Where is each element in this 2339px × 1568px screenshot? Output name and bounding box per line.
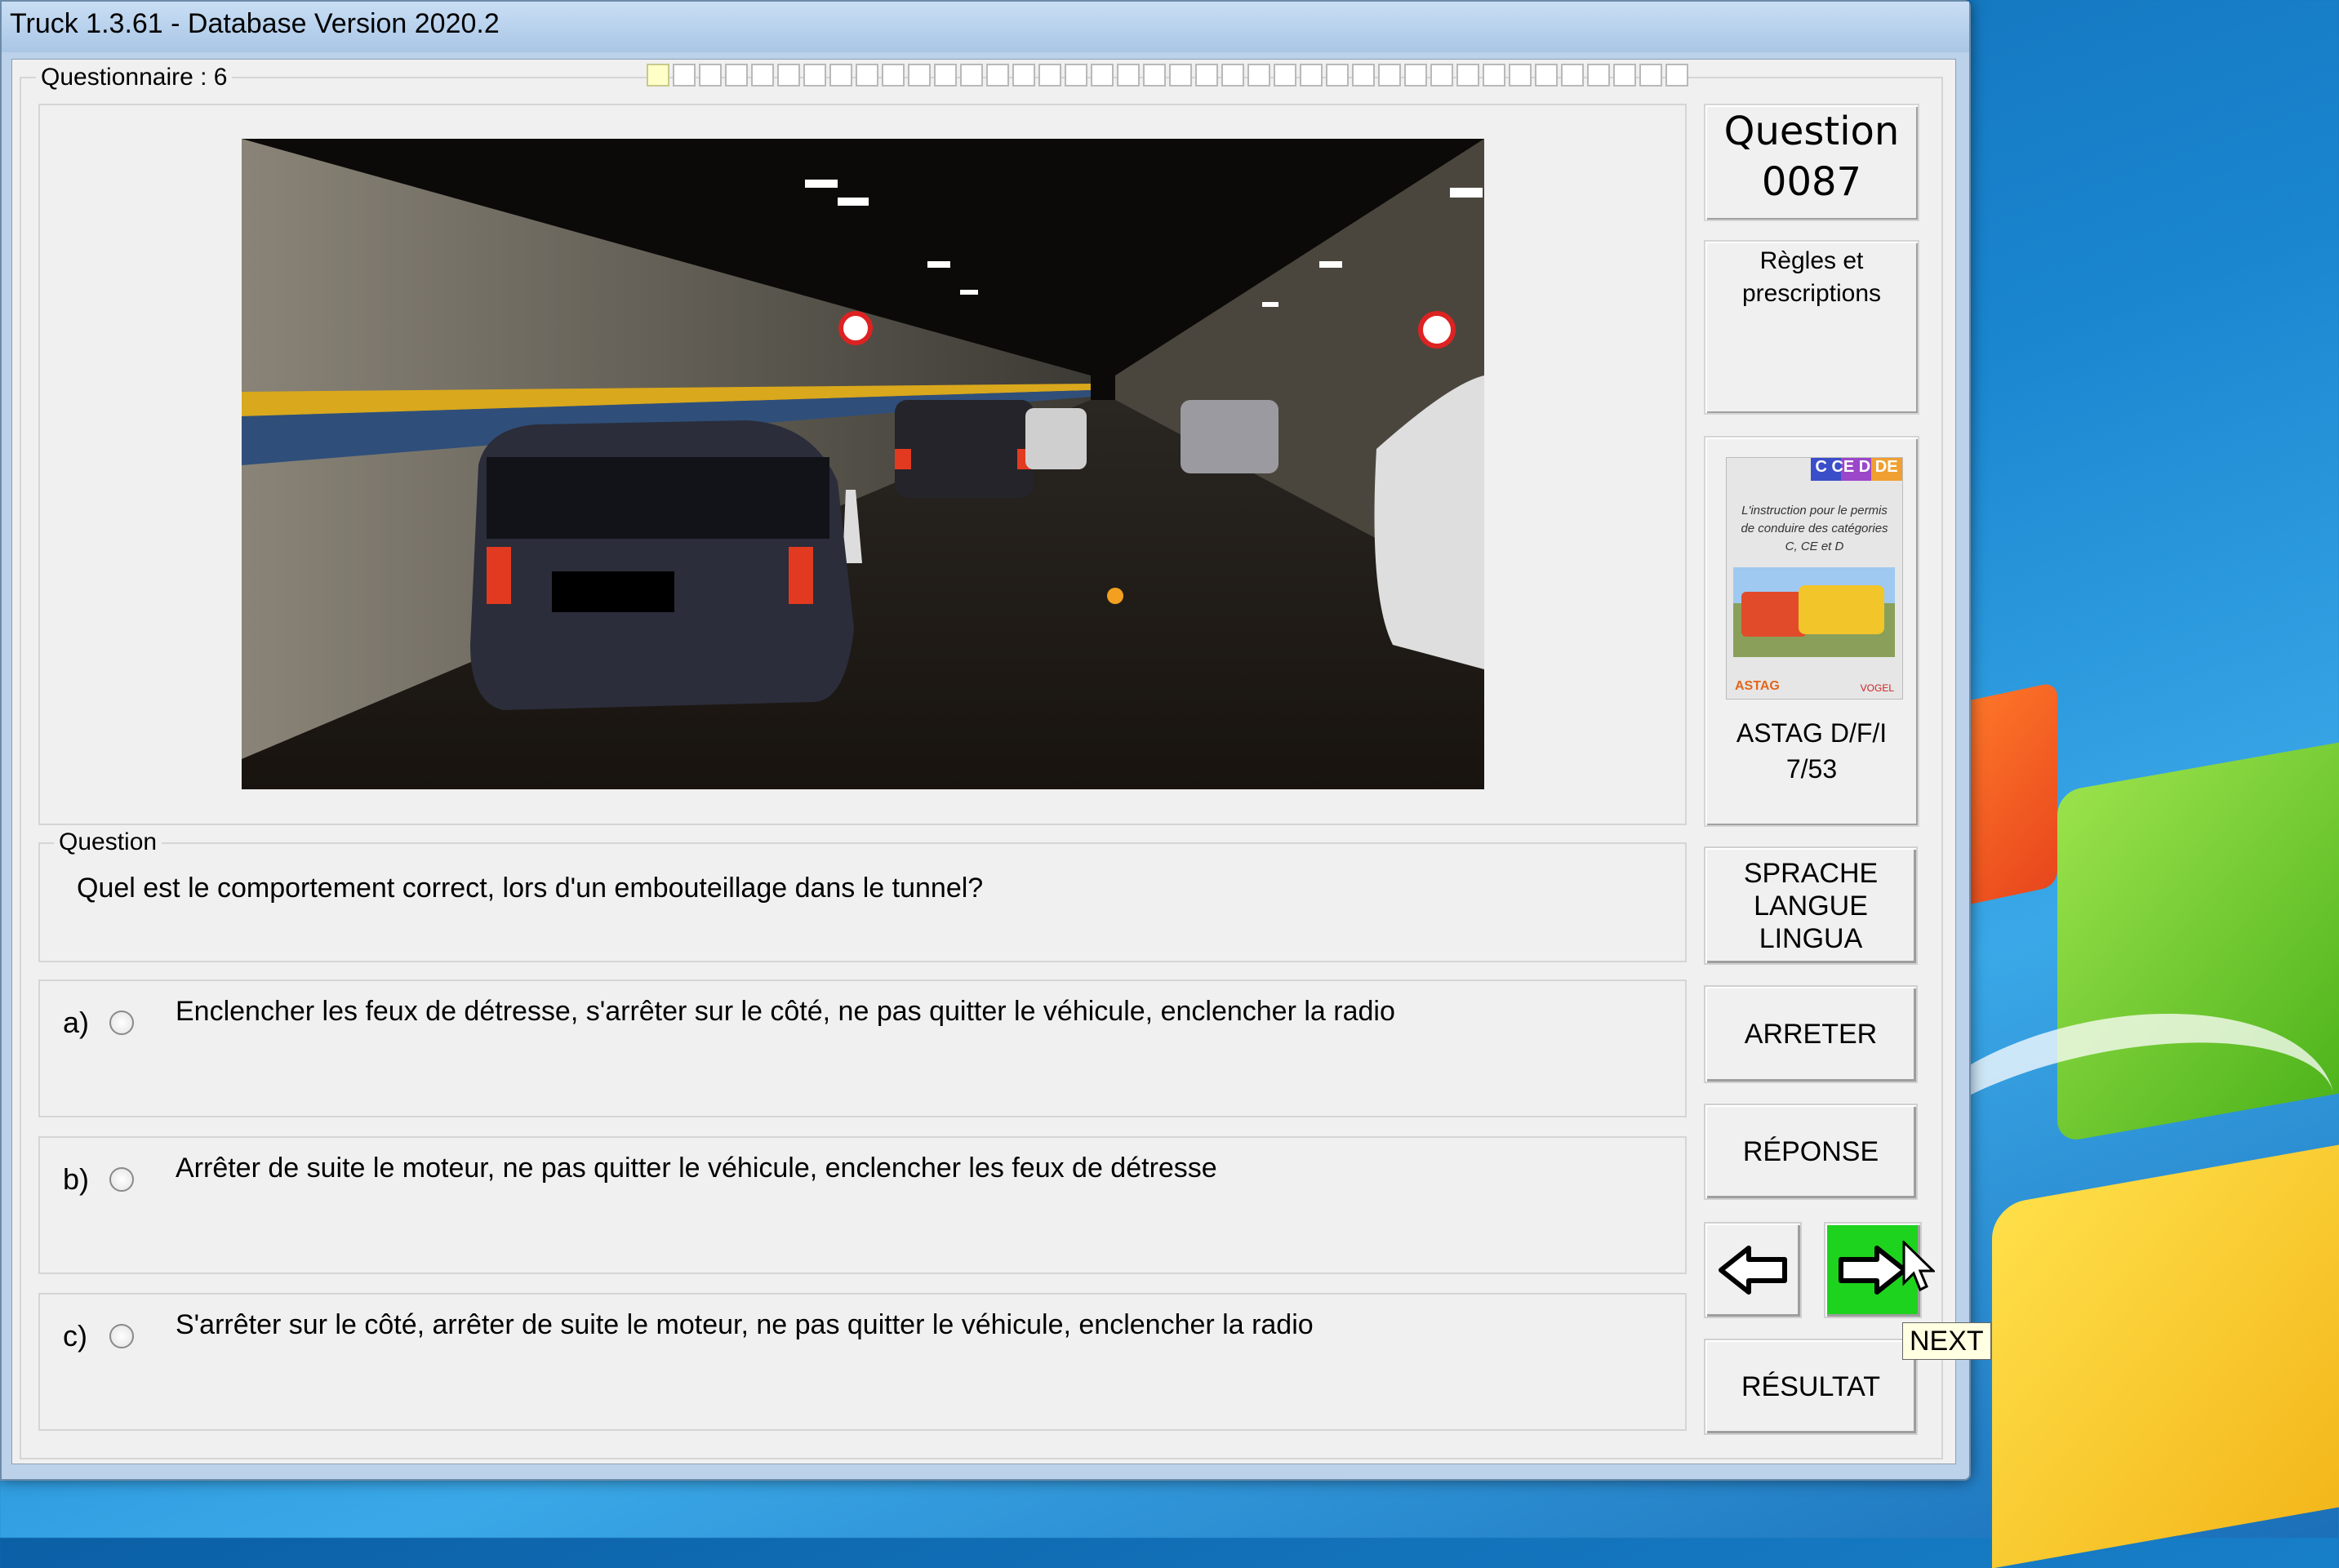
question-photo	[242, 139, 1484, 789]
progress-cell	[1169, 64, 1192, 87]
progress-cell	[1535, 64, 1558, 87]
answer-a[interactable]: a) Enclencher les feux de détresse, s'ar…	[38, 979, 1687, 1117]
answer-b-text: Arrêter de suite le moteur, ne pas quitt…	[176, 1153, 1217, 1184]
progress-cell	[1561, 64, 1584, 87]
progress-cell	[1352, 64, 1375, 87]
progress-cell	[1038, 64, 1061, 87]
answer-b[interactable]: b) Arrêter de suite le moteur, ne pas qu…	[38, 1136, 1687, 1274]
reference-line-2: 7/53	[1785, 754, 1838, 784]
progress-cell	[751, 64, 774, 87]
progress-cell	[856, 64, 878, 87]
progress-cell	[1195, 64, 1218, 87]
result-button[interactable]: RÉSULTAT	[1704, 1339, 1918, 1435]
book-publisher-logo: ASTAG	[1735, 679, 1780, 693]
arrow-left-icon	[1719, 1246, 1787, 1295]
truck-illustration	[1741, 592, 1807, 637]
progress-cell	[1483, 64, 1505, 87]
topic-line-1: Règles et	[1759, 247, 1864, 274]
progress-cell	[1430, 64, 1453, 87]
window-title: Truck 1.3.61 - Database Version 2020.2	[10, 8, 500, 39]
progress-cell	[647, 64, 669, 87]
progress-cell	[699, 64, 722, 87]
bus-illustration	[1799, 585, 1884, 634]
language-line-3: LINGUA	[1759, 922, 1863, 954]
question-number-box: Question 0087	[1704, 104, 1919, 221]
book-title: L'instruction pour le permis de conduire…	[1741, 504, 1888, 553]
topic-line-2: prescriptions	[1741, 280, 1882, 307]
reference-text: ASTAG D/F/I 7/53	[1705, 715, 1918, 787]
answer-b-letter: b)	[63, 1162, 90, 1196]
answer-a-radio[interactable]	[109, 1011, 134, 1035]
answer-b-radio[interactable]	[109, 1167, 134, 1192]
progress-cell	[1091, 64, 1114, 87]
reference-line-1: ASTAG D/F/I	[1736, 718, 1888, 748]
book-cover: C CE D DE L'instruction pour le permis d…	[1726, 457, 1903, 700]
title-bar[interactable]: Truck 1.3.61 - Database Version 2020.2	[2, 2, 1969, 52]
progress-cell	[1221, 64, 1244, 87]
progress-cell	[1117, 64, 1140, 87]
progress-cell	[1665, 64, 1688, 87]
progress-cell	[1639, 64, 1662, 87]
progress-cell	[1456, 64, 1479, 87]
topic-box: Règles et prescriptions	[1704, 240, 1919, 415]
progress-cell	[1012, 64, 1035, 87]
reference-box: C CE D DE L'instruction pour le permis d…	[1704, 436, 1919, 827]
progress-cell	[673, 64, 696, 87]
stop-button[interactable]: ARRETER	[1704, 985, 1918, 1083]
answer-a-letter: a)	[63, 1006, 90, 1039]
arrow-right-icon	[1839, 1246, 1907, 1295]
answer-c-text: S'arrêter sur le côté, arrêter de suite …	[176, 1309, 1314, 1340]
questionnaire-label: Questionnaire : 6	[36, 64, 233, 91]
question-number: 0087	[1761, 159, 1862, 205]
answer-button[interactable]: RÉPONSE	[1704, 1104, 1918, 1200]
previous-button[interactable]	[1704, 1222, 1802, 1318]
progress-cell	[908, 64, 931, 87]
progress-cell	[1274, 64, 1296, 87]
language-button[interactable]: SPRACHE LANGUE LINGUA	[1704, 846, 1918, 965]
progress-cell	[1300, 64, 1323, 87]
answer-c-letter: c)	[63, 1319, 87, 1353]
progress-cell	[1378, 64, 1401, 87]
question-number-label: Question	[1723, 109, 1900, 154]
question-text: Quel est le comportement correct, lors d…	[77, 873, 984, 904]
progress-cell	[960, 64, 983, 87]
mouse-cursor-icon	[1902, 1241, 1935, 1292]
answer-c[interactable]: c) S'arrêter sur le côté, arrêter de sui…	[38, 1293, 1687, 1431]
question-box: Quel est le comportement correct, lors d…	[38, 842, 1687, 962]
progress-cell	[1509, 64, 1532, 87]
app-window: Truck 1.3.61 - Database Version 2020.2 Q…	[0, 0, 1971, 1481]
answer-a-text: Enclencher les feux de détresse, s'arrêt…	[176, 996, 1395, 1027]
progress-cell	[803, 64, 826, 87]
question-legend: Question	[54, 828, 162, 856]
progress-cell	[1404, 64, 1427, 87]
progress-cell	[777, 64, 800, 87]
language-line-2: LANGUE	[1754, 890, 1868, 922]
progress-cell	[1587, 64, 1610, 87]
progress-cell	[1065, 64, 1087, 87]
progress-cell	[829, 64, 852, 87]
progress-cell	[1326, 64, 1349, 87]
progress-cell	[1143, 64, 1166, 87]
book-publisher-logo-2: VOGEL	[1860, 682, 1894, 694]
next-tooltip: NEXT	[1902, 1322, 1991, 1360]
progress-indicator	[647, 64, 1692, 88]
progress-cell	[725, 64, 748, 87]
book-category-tag: C CE D DE	[1811, 458, 1902, 481]
progress-cell	[1613, 64, 1636, 87]
progress-cell	[1247, 64, 1270, 87]
book-cover-image	[1733, 567, 1895, 657]
answer-c-radio[interactable]	[109, 1324, 134, 1348]
progress-cell	[986, 64, 1009, 87]
progress-cell	[934, 64, 957, 87]
language-line-1: SPRACHE	[1743, 857, 1879, 889]
progress-cell	[882, 64, 905, 87]
